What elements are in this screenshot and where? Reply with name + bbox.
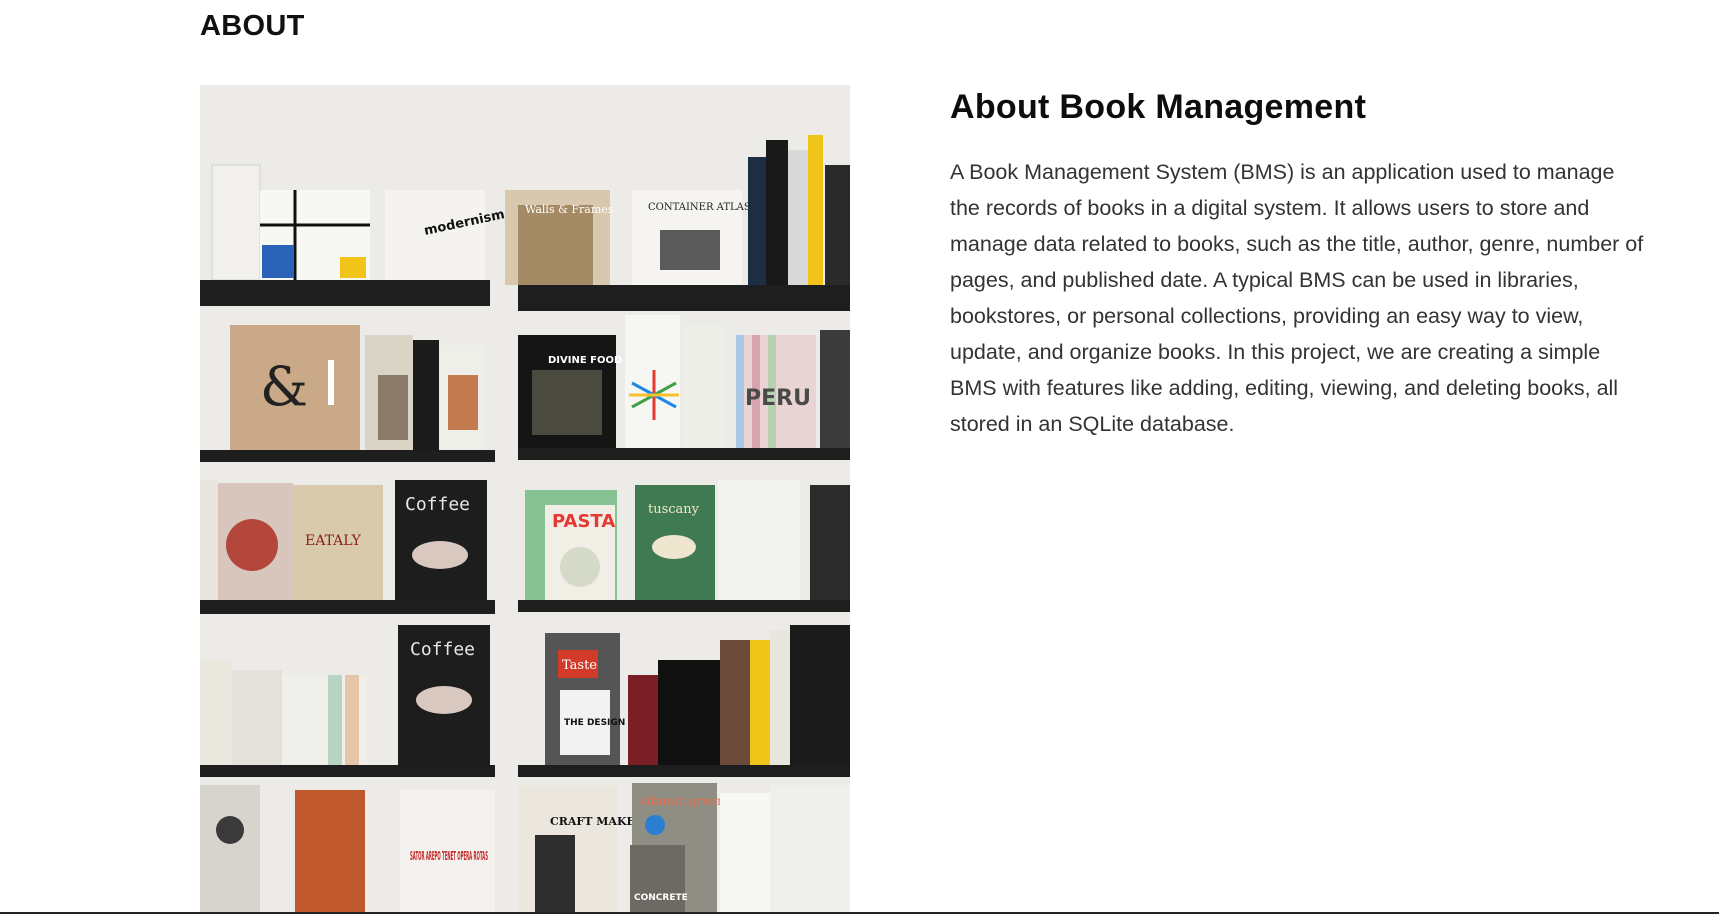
book-eataly: EATALY [305,533,362,549]
shelf-row-2: & DIVINE FOOD PERU [200,315,850,462]
book-container-atlas: CONTAINER ATLAS [648,202,751,213]
about-title: About Book Management [950,88,1367,126]
book-pasta: PASTA [552,511,615,532]
book-divine-food: DIVINE FOOD [548,355,622,366]
book-coffee-1: Coffee [405,494,470,515]
shelf-row-5: SATOR AREPO TENET OPERA ROTAS CRAFT MAKE… [200,783,850,914]
book-sator: SATOR AREPO TENET OPERA ROTAS [410,849,488,863]
svg-text:&: & [260,355,308,418]
book-vitamin-green: vitamin green [639,794,725,808]
about-description: A Book Management System (BMS) is an app… [950,160,1644,436]
book-coffee-2: Coffee [410,639,475,660]
book-concrete: CONCRETE [634,893,688,903]
bookshelf-image: modernism Walls & Frames CONTAINER ATLAS… [200,85,850,914]
shelf-row-3: EATALY Coffee PASTA tuscany [200,480,850,614]
book-walls-frames: Walls & Frames [525,203,614,216]
book-taste: Taste [562,658,597,673]
book-tuscany: tuscany [648,502,700,517]
about-section: About Book Management A Book Management … [950,88,1650,442]
section-label: ABOUT [200,10,305,42]
book-peru: PERU [745,386,811,411]
